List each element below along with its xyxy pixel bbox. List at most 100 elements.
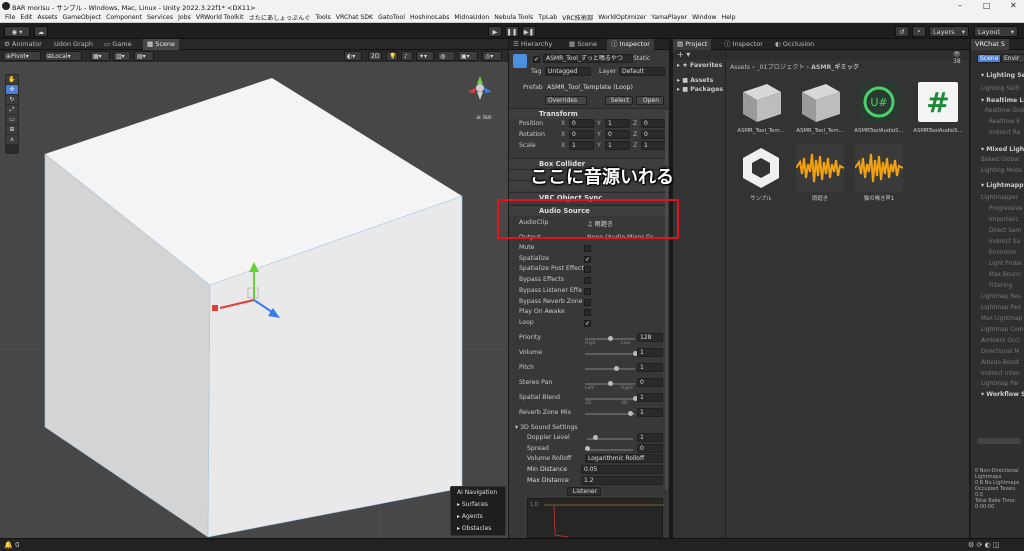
- tab-scene-2[interactable]: ▦ Scene: [565, 39, 601, 50]
- min-distance-field[interactable]: 0.05: [581, 465, 663, 474]
- asset-unity[interactable]: サンプル: [733, 144, 789, 202]
- menu-item-9[interactable]: Tools: [315, 14, 330, 21]
- lighting-section-header[interactable]: ▾ Lightmapping: [981, 182, 1024, 189]
- camera-icon[interactable]: ▣▾: [458, 51, 478, 61]
- toggle-checkbox[interactable]: [584, 266, 591, 274]
- tab-hierarchy[interactable]: ☰ Hierarchy: [509, 39, 556, 50]
- lighting-scrollbar[interactable]: [977, 438, 1021, 444]
- tab-occlusion[interactable]: ◐ Occlusion: [771, 39, 818, 50]
- menu-item-10[interactable]: VRChat SDK: [336, 14, 373, 21]
- layout-dropdown[interactable]: Layout ▾: [974, 26, 1018, 37]
- close-icon[interactable]: ✕: [1010, 1, 1017, 10]
- toggle-checkbox[interactable]: [584, 298, 591, 306]
- toggle-checkbox[interactable]: ✓: [584, 255, 591, 263]
- asset-audio[interactable]: 雨廻き: [792, 144, 848, 202]
- transform-x-field[interactable]: 1: [569, 141, 594, 150]
- layers-dropdown[interactable]: Layers ▾: [929, 26, 969, 37]
- menu-item-7[interactable]: VRWorld Toolkit: [196, 14, 244, 21]
- rotate-tool-icon[interactable]: ↻: [6, 95, 18, 104]
- transform-z-field[interactable]: 0: [641, 130, 666, 139]
- asset-cube[interactable]: ASMR_Tool_Tem...: [733, 78, 789, 134]
- breadcrumb-asmr[interactable]: ASMR_ギミック: [811, 64, 859, 71]
- asset-cs[interactable]: # ASMRToolAudioS...: [910, 78, 966, 134]
- toggle-checkbox[interactable]: [584, 287, 591, 295]
- toggle-checkbox[interactable]: [584, 245, 591, 252]
- step-button[interactable]: ▶❚: [522, 26, 536, 37]
- lighting-section-header[interactable]: ▾ Realtime Lig: [981, 97, 1024, 104]
- toggle-checkbox[interactable]: ✓: [584, 319, 591, 327]
- gizmos-icon[interactable]: ◎▾: [482, 51, 502, 61]
- menu-item-5[interactable]: Services: [147, 14, 173, 21]
- menu-item-0[interactable]: File: [5, 14, 15, 21]
- tree-assets[interactable]: ▸ ■ Assets: [677, 77, 713, 84]
- 2d-toggle[interactable]: 2D: [368, 51, 382, 61]
- slider-value[interactable]: 1: [637, 363, 663, 372]
- toggle-checkbox[interactable]: [584, 277, 591, 285]
- rect-tool-icon[interactable]: ▭: [6, 115, 18, 124]
- lighting-section-header[interactable]: ▾ Lighting Setti: [981, 72, 1024, 79]
- search-icon[interactable]: ⌕: [912, 26, 926, 37]
- account-button[interactable]: ◉ ▾: [4, 26, 30, 37]
- transform-z-field[interactable]: 0: [641, 119, 666, 128]
- open-button[interactable]: Open: [636, 96, 664, 105]
- menu-item-19[interactable]: Window: [692, 14, 716, 21]
- lighting-tab-scene[interactable]: Scene: [977, 54, 1001, 63]
- transform-x-field[interactable]: 0: [569, 119, 594, 128]
- ai-nav-obstacles[interactable]: ▸ Obstacles: [451, 523, 505, 535]
- transform-y-field[interactable]: 0: [605, 130, 630, 139]
- pause-button[interactable]: ❚❚: [505, 26, 519, 37]
- minimize-icon[interactable]: –: [958, 1, 962, 10]
- spread-slider-track[interactable]: [587, 449, 633, 451]
- cloud-icon[interactable]: ☁: [34, 26, 48, 37]
- projection-label[interactable]: ≡ Iso: [476, 114, 492, 121]
- tab-udon-graph[interactable]: Udon Graph: [50, 39, 97, 50]
- move-tool-icon[interactable]: ✥: [6, 85, 18, 94]
- history-icon[interactable]: ↺: [895, 26, 909, 37]
- slider-knob[interactable]: [613, 366, 619, 371]
- slider-value[interactable]: 1: [637, 408, 663, 417]
- lighting-section-header[interactable]: ▾ Workflow Se: [981, 391, 1024, 398]
- scale-tool-icon[interactable]: ⤢: [6, 105, 18, 114]
- transform-header[interactable]: Transform: [509, 108, 669, 119]
- transform-tool-icon[interactable]: ⊞: [6, 125, 18, 134]
- tree-packages[interactable]: ▸ ■ Packages: [677, 86, 723, 93]
- slider-knob[interactable]: [627, 411, 633, 416]
- hidden-objects-icon[interactable]: ◍: [437, 51, 455, 61]
- transform-y-field[interactable]: 1: [605, 119, 630, 128]
- doppler-slider-knob[interactable]: [593, 435, 598, 440]
- menu-item-15[interactable]: TpLab: [538, 14, 557, 21]
- play-button[interactable]: ▶: [488, 26, 502, 37]
- hand-tool-icon[interactable]: ✋: [6, 75, 18, 84]
- ai-nav-surfaces[interactable]: ▸ Surfaces: [451, 499, 505, 511]
- slider-knob[interactable]: [607, 336, 613, 341]
- lighting-section-header[interactable]: ▾ Mixed Lighti: [981, 146, 1024, 153]
- menu-item-20[interactable]: Help: [721, 14, 735, 21]
- volume-rolloff-dropdown[interactable]: Logarithmic Rolloff: [585, 454, 663, 463]
- prefab-asset-field[interactable]: ASMR_Tool_Template (Loop): [547, 84, 633, 91]
- menu-item-16[interactable]: VRC技術部: [562, 13, 593, 22]
- effects-icon[interactable]: ✦▾: [416, 51, 434, 61]
- transform-z-field[interactable]: 1: [641, 141, 666, 150]
- audio-toggle-icon[interactable]: ♪: [401, 51, 413, 61]
- toggle-checkbox[interactable]: [584, 309, 591, 317]
- overrides-dropdown[interactable]: Overrides: [545, 96, 587, 105]
- layer-dropdown[interactable]: Default: [619, 67, 665, 76]
- slider-track[interactable]: [585, 353, 635, 355]
- ai-nav-agents[interactable]: ▸ Agents: [451, 511, 505, 523]
- pivot-dropdown[interactable]: ⊕ Pivot ▾: [3, 51, 41, 61]
- shading-mode-button[interactable]: ◐▾: [344, 51, 362, 61]
- custom-tool-icon[interactable]: ⋏: [6, 135, 18, 144]
- breadcrumb-assets[interactable]: Assets: [730, 64, 750, 71]
- menu-item-1[interactable]: Edit: [20, 14, 32, 21]
- menu-item-8[interactable]: さたにあしょっぷんぐ: [249, 13, 311, 22]
- spread-value[interactable]: 0: [637, 444, 663, 453]
- tab-scene[interactable]: ▦ Scene: [143, 39, 180, 50]
- menu-item-2[interactable]: Assets: [37, 14, 57, 21]
- slider-track[interactable]: [585, 368, 635, 370]
- scene-gizmo[interactable]: [466, 74, 494, 102]
- asset-cube[interactable]: ASMR_Tool_Tem...: [792, 78, 848, 134]
- tag-dropdown[interactable]: Untagged: [545, 67, 591, 76]
- slider-value[interactable]: 0: [637, 378, 663, 387]
- lighting-toggle-icon[interactable]: 💡: [386, 51, 398, 61]
- add-icon[interactable]: + ▾: [677, 50, 690, 59]
